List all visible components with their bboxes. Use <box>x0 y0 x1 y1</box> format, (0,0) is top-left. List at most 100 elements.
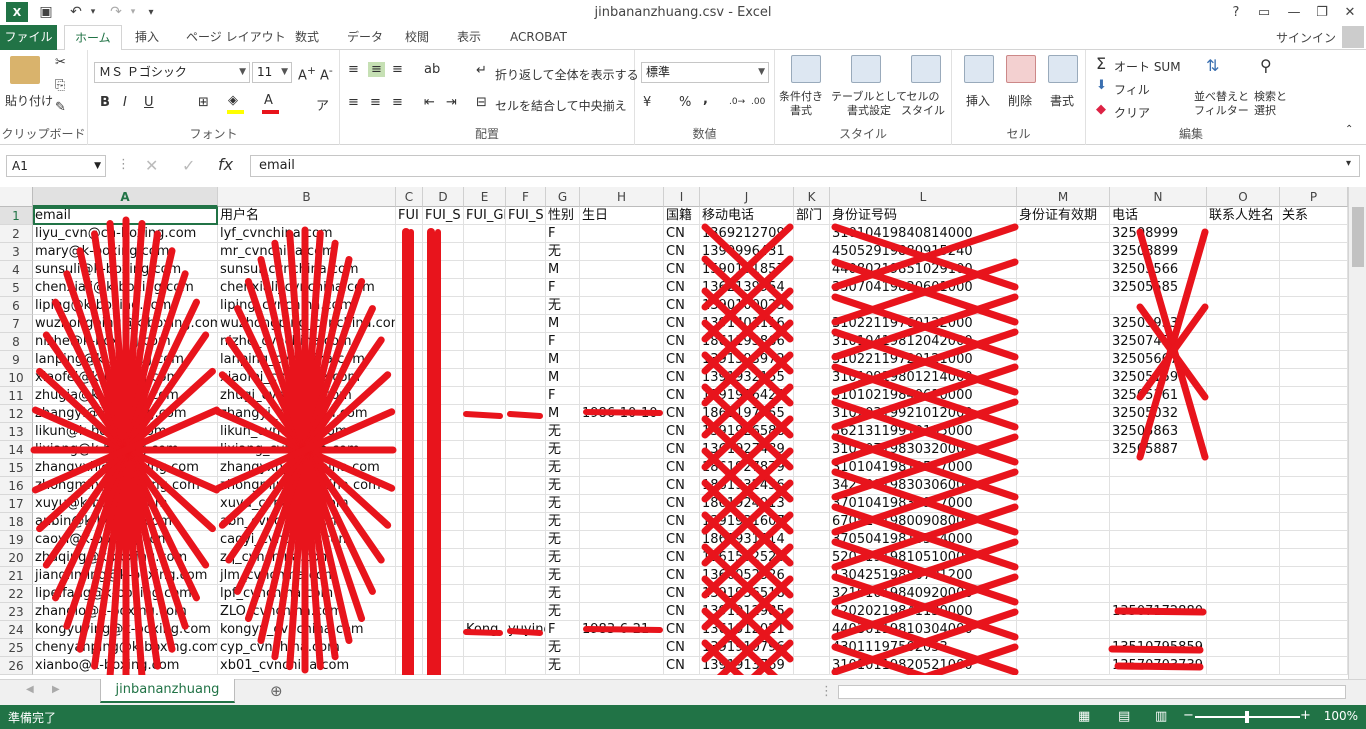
cell[interactable] <box>506 639 546 657</box>
cell[interactable] <box>1280 477 1348 495</box>
cell[interactable] <box>794 297 830 315</box>
cell[interactable]: F <box>546 621 580 639</box>
insert-cells-icon[interactable] <box>964 55 994 83</box>
cut-icon[interactable]: ✂ <box>55 55 66 70</box>
cell[interactable]: 1391912985 <box>700 603 794 621</box>
cell[interactable]: CN <box>664 423 700 441</box>
cell[interactable] <box>506 315 546 333</box>
cell[interactable] <box>580 549 664 567</box>
cell[interactable] <box>580 261 664 279</box>
cell[interactable] <box>580 531 664 549</box>
cell[interactable] <box>423 621 464 639</box>
cell[interactable] <box>1280 279 1348 297</box>
cell[interactable] <box>1280 297 1348 315</box>
expand-formula-bar-icon[interactable]: ▾ <box>1346 158 1351 169</box>
column-header-h[interactable]: H <box>580 187 664 207</box>
cell[interactable] <box>580 567 664 585</box>
cell[interactable] <box>1207 279 1280 297</box>
cell[interactable] <box>1017 585 1110 603</box>
cell[interactable]: 32508899 <box>1110 243 1207 261</box>
cell[interactable] <box>794 225 830 243</box>
cell[interactable] <box>396 495 423 513</box>
cell[interactable]: 无 <box>546 423 580 441</box>
cell[interactable]: F <box>546 387 580 405</box>
vertical-scrollbar[interactable] <box>1348 187 1366 679</box>
cell[interactable] <box>1280 351 1348 369</box>
cell[interactable] <box>396 279 423 297</box>
cell[interactable] <box>464 315 506 333</box>
avatar[interactable] <box>1342 26 1364 48</box>
cell[interactable] <box>1017 387 1110 405</box>
cell[interactable] <box>1017 621 1110 639</box>
cell[interactable] <box>1207 549 1280 567</box>
phonetic-icon[interactable]: ア <box>316 95 329 114</box>
cell[interactable] <box>423 315 464 333</box>
format-as-table-icon[interactable] <box>851 55 881 83</box>
cell[interactable]: xuyu_cvnchina.com <box>218 495 396 513</box>
cell[interactable] <box>1017 477 1110 495</box>
cell[interactable]: 1861932456 <box>700 477 794 495</box>
tab-file[interactable]: ファイル <box>0 25 57 50</box>
cell[interactable] <box>1017 333 1110 351</box>
cell[interactable] <box>423 585 464 603</box>
cell[interactable]: 1983-6-21 <box>580 621 664 639</box>
cell[interactable] <box>794 243 830 261</box>
cell[interactable] <box>1280 531 1348 549</box>
cell[interactable]: M <box>546 369 580 387</box>
cell[interactable]: xuyu@k-boxing.com <box>33 495 218 513</box>
cell[interactable] <box>506 423 546 441</box>
cell[interactable] <box>464 279 506 297</box>
cell[interactable] <box>794 513 830 531</box>
cell[interactable] <box>1280 243 1348 261</box>
decrease-decimal-icon[interactable]: .00 <box>751 97 765 107</box>
align-center-icon[interactable]: ≡ <box>370 95 381 110</box>
cell[interactable] <box>1207 297 1280 315</box>
cell[interactable] <box>1280 405 1348 423</box>
cell[interactable] <box>506 549 546 567</box>
cell[interactable]: F <box>546 279 580 297</box>
column-header-c[interactable]: C <box>396 187 423 207</box>
cell[interactable] <box>1280 549 1348 567</box>
cell[interactable] <box>1207 513 1280 531</box>
cell[interactable]: CN <box>664 531 700 549</box>
cell[interactable]: 32505032 <box>1110 405 1207 423</box>
cell[interactable]: 42020219841130000 <box>830 603 1017 621</box>
cell[interactable]: 31010119820521000 <box>830 657 1017 675</box>
cell[interactable] <box>396 567 423 585</box>
fill-button[interactable]: フィル <box>1114 81 1150 98</box>
cell[interactable] <box>794 315 830 333</box>
cell[interactable] <box>794 387 830 405</box>
cell[interactable] <box>580 459 664 477</box>
borders-icon[interactable]: ⊞ <box>198 95 209 110</box>
cell[interactable] <box>506 351 546 369</box>
cell[interactable]: zq_cvnchina.com <box>218 549 396 567</box>
cell[interactable] <box>1017 603 1110 621</box>
cell[interactable] <box>1110 621 1207 639</box>
cell[interactable] <box>396 549 423 567</box>
cell[interactable] <box>1110 477 1207 495</box>
cell[interactable] <box>464 243 506 261</box>
cell[interactable] <box>1280 459 1348 477</box>
cell[interactable] <box>1207 639 1280 657</box>
paste-button[interactable]: 貼り付け <box>5 92 53 109</box>
cell[interactable]: 37010419830917000 <box>830 495 1017 513</box>
cell[interactable]: CN <box>664 585 700 603</box>
cell[interactable]: 31022119720121000 <box>830 351 1017 369</box>
cell[interactable] <box>423 531 464 549</box>
cell[interactable]: 无 <box>546 495 580 513</box>
shrink-font-icon[interactable]: A- <box>320 64 333 83</box>
column-header-b[interactable]: B <box>218 187 396 207</box>
orientation-icon[interactable]: ab <box>424 62 440 77</box>
cell[interactable] <box>1280 495 1348 513</box>
cell[interactable] <box>580 297 664 315</box>
cell[interactable] <box>506 477 546 495</box>
cell[interactable]: 性别 <box>546 207 580 225</box>
cell-styles-button[interactable]: セルの スタイル <box>901 90 945 118</box>
cell[interactable]: 44080219851029100 <box>830 261 1017 279</box>
clear-button[interactable]: クリア <box>1114 104 1150 121</box>
cell[interactable] <box>1207 225 1280 243</box>
cell[interactable]: 31020319921012000 <box>830 405 1017 423</box>
column-header-e[interactable]: E <box>464 187 506 207</box>
cell[interactable] <box>794 459 830 477</box>
row-header[interactable]: 1 <box>0 207 33 225</box>
